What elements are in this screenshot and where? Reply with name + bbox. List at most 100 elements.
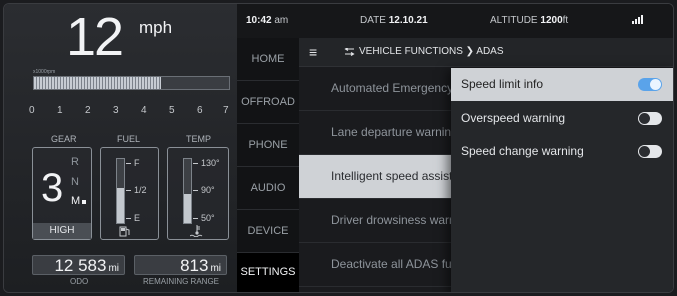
signal-bar	[638, 17, 640, 24]
current-gear: 3	[41, 166, 64, 210]
fuel-empty-label: E	[134, 213, 141, 223]
submenu-item-label: Overspeed warning	[461, 111, 566, 125]
gear-header: GEAR	[51, 134, 77, 144]
odometer-display: 12 583 mi	[32, 255, 125, 275]
temp-tick	[193, 163, 198, 164]
rpm-tick-label: 1	[57, 105, 63, 116]
clock-time: 10:42	[246, 15, 272, 26]
range-display: 813 mi	[134, 255, 227, 275]
tab-settings[interactable]: SETTINGS	[237, 253, 299, 292]
gear-mode: HIGH	[33, 223, 91, 239]
instrument-cluster: 12 mph x1000rpm 0 1 2 3 4 5 6 7 GEAR 3 R…	[4, 4, 237, 292]
gear-panel: 3 R N M HIGH	[32, 147, 92, 240]
coolant-temp-icon	[190, 225, 203, 237]
function-item-label: Automated Emergency	[331, 81, 454, 95]
range-unit: mi	[210, 263, 221, 274]
odometer-caption: ODO	[70, 277, 89, 286]
temp-panel: 130° 90° 50°	[167, 147, 229, 240]
fuel-tick	[126, 218, 131, 219]
rpm-tick-label: 3	[113, 105, 119, 116]
range-value: 813	[180, 256, 209, 275]
breadcrumb: VEHICLE FUNCTIONS ❯ ADAS	[359, 46, 504, 57]
submenu-item-speed-limit-info[interactable]: Speed limit info	[451, 68, 673, 101]
function-item-label: Lane departure warnin	[331, 125, 452, 139]
temp-tick	[193, 190, 198, 191]
temp-gauge	[183, 158, 192, 224]
clock: 10:42 am	[246, 15, 288, 26]
odometer-value: 12 583	[54, 256, 107, 275]
toggle-knob	[639, 113, 650, 124]
fuel-pump-icon	[119, 226, 130, 237]
tab-audio[interactable]: AUDIO	[237, 167, 299, 210]
signal-bar	[635, 19, 637, 24]
rpm-bar-fill	[34, 77, 161, 89]
date-value: 12.10.21	[388, 15, 428, 26]
gear-option-n: N	[71, 176, 79, 188]
fuel-header: FUEL	[117, 134, 141, 144]
clock-suffix: am	[274, 15, 289, 26]
gear-option-m: M	[71, 195, 81, 207]
altitude-label: ALTITUDE	[490, 15, 538, 26]
temp-high-label: 130°	[201, 158, 220, 168]
fuel-tick	[126, 163, 131, 164]
altitude-unit: ft	[562, 15, 569, 26]
speed-assist-submenu: Speed limit info Overspeed warning Speed…	[451, 68, 673, 292]
odometer-unit: mi	[108, 263, 119, 274]
signal-bar	[632, 21, 634, 24]
rpm-tick-label: 6	[197, 105, 203, 116]
tab-offroad[interactable]: OFFROAD	[237, 81, 299, 124]
status-bar: 10:42 am DATE 12.10.21 ALTITUDE 1200ft	[237, 4, 673, 39]
rpm-tick-label: 5	[169, 105, 175, 116]
submenu-item-label: Speed change warning	[461, 144, 584, 158]
toggle-knob	[650, 79, 661, 90]
speed-unit: mph	[139, 18, 173, 37]
altitude-display: ALTITUDE 1200ft	[490, 15, 568, 26]
date-display: DATE 12.10.21	[360, 15, 428, 26]
overspeed-warning-toggle[interactable]	[638, 112, 662, 125]
toggle-knob	[639, 146, 650, 157]
fuel-tick	[126, 190, 131, 191]
temp-tick	[193, 218, 198, 219]
hamburger-menu-icon[interactable]: ≡	[309, 44, 317, 60]
fuel-panel: F 1/2 E	[100, 147, 159, 240]
rpm-tick-label: 2	[85, 105, 91, 116]
tab-phone[interactable]: PHONE	[237, 124, 299, 167]
temp-mid-label: 90°	[201, 185, 215, 195]
rpm-tick-label: 4	[141, 105, 147, 116]
range-caption: REMAINING RANGE	[143, 277, 220, 286]
settings-content: ≡ VEHICLE FUNCTIONS ❯ ADAS Automated Eme…	[299, 38, 673, 292]
breadcrumb-bar: ≡ VEHICLE FUNCTIONS ❯ ADAS	[299, 38, 673, 67]
signal-strength-icon	[632, 15, 644, 24]
temp-low-label: 50°	[201, 213, 215, 223]
fuel-gauge	[116, 158, 125, 224]
gear-option-r: R	[71, 156, 79, 168]
signal-bar	[641, 15, 643, 24]
function-item-label: Deactivate all ADAS fu	[331, 257, 452, 271]
main-tabs: HOME OFFROAD PHONE AUDIO DEVICE SETTINGS	[237, 38, 299, 292]
function-item-label: Driver drowsiness warr	[331, 213, 454, 227]
tab-home[interactable]: HOME	[237, 38, 299, 81]
speed-limit-info-toggle[interactable]	[638, 78, 662, 91]
tab-device[interactable]: DEVICE	[237, 210, 299, 253]
rpm-tick-label: 7	[223, 105, 229, 116]
submenu-item-overspeed-warning[interactable]: Overspeed warning	[451, 102, 673, 135]
submenu-item-label: Speed limit info	[461, 77, 544, 91]
temp-gauge-fill	[184, 194, 191, 223]
fuel-gauge-fill	[117, 187, 124, 223]
gear-indicator-dot	[82, 200, 86, 204]
rpm-unit-label: x1000rpm	[33, 69, 56, 75]
altitude-value: 1200	[540, 15, 563, 26]
rpm-bar	[33, 76, 230, 90]
fuel-full-label: F	[134, 158, 140, 168]
fuel-half-label: 1/2	[134, 185, 147, 195]
rpm-tick-label: 0	[29, 105, 35, 116]
infotainment-screen: 12 mph x1000rpm 0 1 2 3 4 5 6 7 GEAR 3 R…	[3, 3, 674, 293]
rpm-scale: 0 1 2 3 4 5 6 7	[29, 105, 229, 117]
date-label: DATE	[360, 15, 386, 26]
speed-value: 12	[66, 7, 124, 67]
speed-change-warning-toggle[interactable]	[638, 145, 662, 158]
temp-header: TEMP	[186, 134, 212, 144]
submenu-item-speed-change-warning[interactable]: Speed change warning	[451, 135, 673, 168]
back-arrow-icon[interactable]	[344, 48, 355, 56]
function-item-label: Intelligent speed assist	[331, 169, 453, 183]
